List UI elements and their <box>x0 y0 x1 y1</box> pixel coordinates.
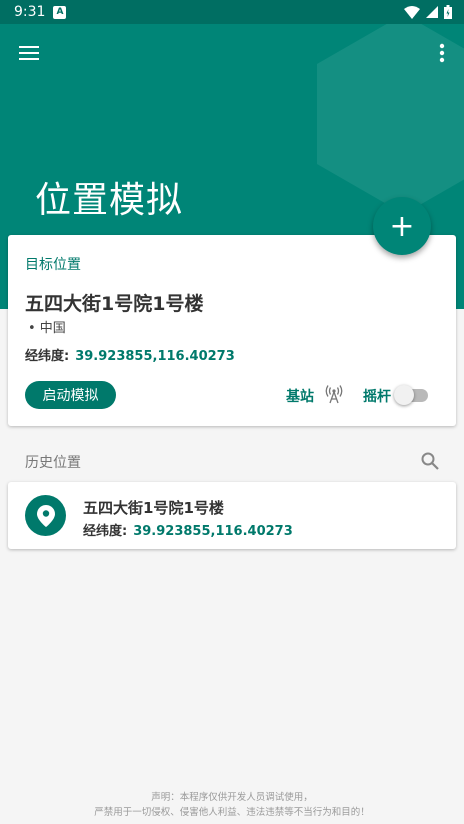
target-coordinates: 经纬度: 39.923855,116.40273 <box>25 345 235 364</box>
more-vert-icon <box>439 43 445 63</box>
coordinates-label: 经纬度: <box>25 349 70 364</box>
a-icon: A <box>53 5 67 19</box>
base-station-label: 基站 <box>286 389 314 405</box>
add-location-button[interactable]: + <box>373 197 431 255</box>
status-bar: 9:31 A <box>0 0 464 24</box>
target-location-name: 五四大街1号院1号楼 <box>25 293 204 315</box>
signal-icon <box>426 6 438 18</box>
joystick-toggle[interactable] <box>394 385 430 405</box>
disclaimer-line-2: 严禁用于一切侵权、侵害他人利益、违法违禁等不当行为和目的！ <box>94 807 370 818</box>
start-simulation-button[interactable]: 启动模拟 <box>25 381 116 409</box>
antenna-icon[interactable] <box>324 384 344 404</box>
target-location-label: 目标位置 <box>25 257 81 273</box>
status-time: 9:31 <box>14 4 46 20</box>
target-location-country: • 中国 <box>28 321 66 336</box>
history-coordinates-value: 39.923855,116.40273 <box>133 524 293 539</box>
disclaimer: 声明：本程序仅供开发人员调试使用， 严禁用于一切侵权、侵害他人利益、违法违禁等不… <box>0 790 464 820</box>
add-icon: + <box>389 208 415 244</box>
joystick-label: 摇杆 <box>363 389 391 405</box>
history-coordinates-label: 经纬度: <box>83 524 128 539</box>
history-coordinates: 经纬度: 39.923855,116.40273 <box>83 520 293 539</box>
page-title: 位置模拟 <box>35 180 184 221</box>
disclaimer-line-1: 声明：本程序仅供开发人员调试使用， <box>151 792 313 803</box>
search-icon[interactable] <box>420 451 440 471</box>
target-location-card: 目标位置 五四大街1号院1号楼 • 中国 经纬度: 39.923855,116.4… <box>8 235 456 426</box>
toggle-thumb <box>394 385 414 405</box>
wifi-icon <box>404 5 420 19</box>
location-pin-icon <box>25 495 66 536</box>
battery-icon <box>444 5 452 19</box>
menu-button[interactable] <box>12 36 46 70</box>
coordinates-value: 39.923855,116.40273 <box>75 349 235 364</box>
menu-icon <box>19 46 39 60</box>
history-list-item[interactable]: 五四大街1号院1号楼 经纬度: 39.923855,116.40273 <box>8 482 456 549</box>
history-location-name: 五四大街1号院1号楼 <box>83 499 224 517</box>
more-options-button[interactable] <box>430 38 454 68</box>
history-section-title: 历史位置 <box>25 455 81 471</box>
